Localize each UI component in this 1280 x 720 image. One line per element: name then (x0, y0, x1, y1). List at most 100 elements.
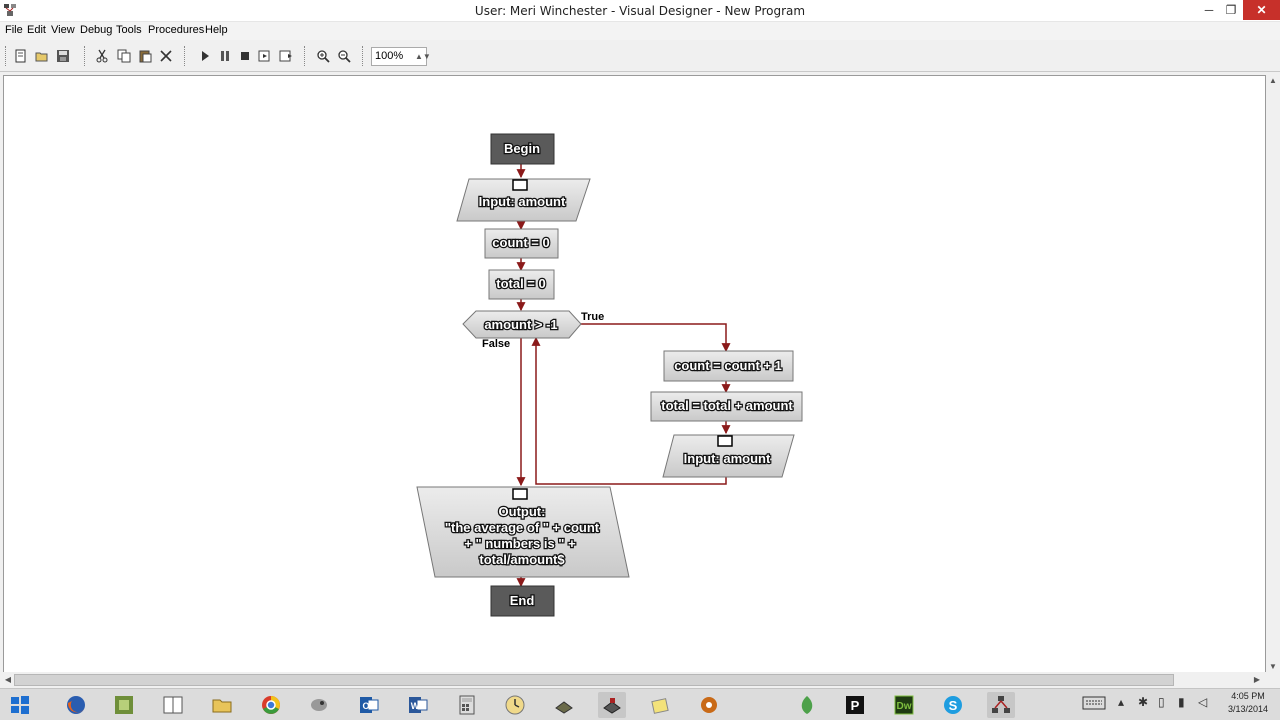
menu-help[interactable]: Help (205, 24, 228, 36)
svg-text:Dw: Dw (897, 701, 912, 712)
zoom-out-icon[interactable] (335, 47, 353, 65)
open-icon[interactable] (33, 47, 51, 65)
outlook-icon[interactable]: O (355, 692, 383, 718)
count-init-label: count = 0 (492, 235, 549, 250)
flowchart: Begin Input: amount count = 0 total = 0 (416, 133, 803, 617)
volume-icon[interactable]: ◁ (1198, 695, 1207, 709)
system-clock[interactable]: 4:05 PM 3/13/2014 (1218, 690, 1278, 716)
svg-text:S: S (949, 698, 958, 713)
end-terminal[interactable]: End (490, 585, 555, 617)
network-icon[interactable] (550, 692, 578, 718)
false-branch-label: False (482, 338, 510, 350)
total-add-block[interactable]: total = total + amount (650, 391, 803, 422)
word-icon[interactable]: W (404, 692, 432, 718)
svg-text:W: W (411, 701, 420, 711)
publisher-icon[interactable]: P (841, 692, 869, 718)
calculator-icon[interactable] (453, 692, 481, 718)
true-branch-label: True (581, 311, 604, 323)
output-line-1: "the average of " + count (445, 520, 600, 535)
dreamweaver-icon[interactable]: Dw (890, 692, 918, 718)
toolbar: 100% ▲▼ (0, 40, 1280, 72)
menu-file[interactable]: File (5, 24, 23, 36)
horizontal-scrollbar[interactable]: ◀ ▶ (0, 672, 1266, 688)
count-increment-block[interactable]: count = count + 1 (663, 350, 794, 382)
paste-icon[interactable] (136, 47, 154, 65)
input-amount-loop-block[interactable]: Input: amount (662, 434, 795, 478)
menu-view[interactable]: View (51, 24, 75, 36)
scroll-up-icon[interactable]: ▲ (1266, 74, 1280, 88)
menu-debug[interactable]: Debug (80, 24, 112, 36)
chrome-icon[interactable] (257, 692, 285, 718)
raptor-icon[interactable] (305, 692, 333, 718)
menu-procedures[interactable]: Procedures (148, 24, 204, 36)
output-line-2: + " numbers is " + (464, 536, 576, 551)
decision-block[interactable]: amount > -1 (462, 310, 582, 339)
toolbar-separator (362, 46, 365, 66)
scroll-left-icon[interactable]: ◀ (1, 673, 15, 687)
end-label: End (510, 593, 535, 608)
menu-bar: File Edit View Debug Tools Procedures He… (0, 22, 1280, 40)
clock-date: 3/13/2014 (1227, 704, 1269, 714)
chevron-down-icon[interactable]: ▲▼ (415, 49, 431, 64)
input-port-icon (512, 179, 528, 191)
zoom-select[interactable]: 100% ▲▼ (371, 47, 431, 66)
input1-label: Input: amount (479, 194, 566, 209)
flowchart-canvas[interactable]: Begin Input: amount count = 0 total = 0 (3, 75, 1266, 675)
designer-icon[interactable] (598, 692, 626, 718)
input-amount-block[interactable]: Input: amount (456, 178, 591, 222)
toolbar-separator (84, 46, 87, 66)
run-icon[interactable] (196, 47, 214, 65)
toolbar-grip[interactable] (5, 46, 8, 66)
save-icon[interactable] (54, 47, 72, 65)
skype-icon[interactable]: S (939, 692, 967, 718)
clock-icon[interactable] (501, 692, 529, 718)
toolbar-separator (304, 46, 307, 66)
sticky-notes-icon[interactable] (647, 692, 675, 718)
begin-label: Begin (504, 141, 540, 156)
vertical-scrollbar[interactable]: ▲ ▼ (1266, 72, 1280, 675)
count-init-block[interactable]: count = 0 (484, 228, 559, 259)
vmware-icon[interactable] (110, 692, 138, 718)
stop-icon[interactable] (236, 47, 254, 65)
close-button[interactable]: ✕ (1243, 0, 1280, 20)
total-init-block[interactable]: total = 0 (488, 269, 555, 300)
start-icon[interactable] (6, 692, 34, 718)
window-title: User: Meri Winchester - Visual Designer … (474, 4, 806, 18)
condition-label: amount > -1 (484, 317, 557, 332)
tray-expand-icon[interactable]: ▴ (1118, 695, 1124, 709)
cut-icon[interactable] (93, 47, 111, 65)
scroll-right-icon[interactable]: ▶ (1250, 673, 1264, 687)
delete-icon[interactable] (157, 47, 175, 65)
storage-icon[interactable]: ▯ (1158, 695, 1165, 709)
taskbar: O W P Dw S ▴ ✱ ▯ ▮ ◁ 4:05 PM 3/13/2014 (0, 688, 1280, 720)
restore-button[interactable]: ❐ (1218, 0, 1244, 20)
output-block[interactable]: Output: "the average of " + count + " nu… (416, 486, 630, 578)
begin-terminal[interactable]: Begin (490, 133, 555, 165)
count-increment-label: count = count + 1 (674, 358, 782, 373)
horizontal-scroll-thumb[interactable] (14, 674, 1174, 686)
scroll-down-icon[interactable]: ▼ (1266, 660, 1280, 674)
svg-text:O: O (362, 701, 369, 711)
bluetooth-icon[interactable]: ✱ (1138, 695, 1148, 709)
total-add-label: total = total + amount (661, 398, 793, 413)
menu-tools[interactable]: Tools (116, 24, 142, 36)
zoom-in-icon[interactable] (314, 47, 332, 65)
settings-gear-icon[interactable] (695, 692, 723, 718)
new-icon[interactable] (12, 47, 30, 65)
signal-icon[interactable]: ▮ (1178, 695, 1185, 709)
pause-icon[interactable] (216, 47, 234, 65)
copy-icon[interactable] (115, 47, 133, 65)
keyboard-icon[interactable] (1082, 695, 1106, 714)
menu-edit[interactable]: Edit (27, 24, 46, 36)
total-init-label: total = 0 (496, 276, 546, 291)
step-icon[interactable] (256, 47, 274, 65)
firefox-icon[interactable] (62, 692, 90, 718)
step-over-icon[interactable] (277, 47, 295, 65)
output-port-icon (512, 488, 528, 500)
zoom-value: 100% (375, 50, 404, 62)
folder-icon[interactable] (208, 692, 236, 718)
app-green-icon[interactable] (793, 692, 821, 718)
visual-designer-icon[interactable] (987, 692, 1015, 718)
input-port-icon (717, 435, 733, 447)
file-explorer-icon[interactable] (159, 692, 187, 718)
